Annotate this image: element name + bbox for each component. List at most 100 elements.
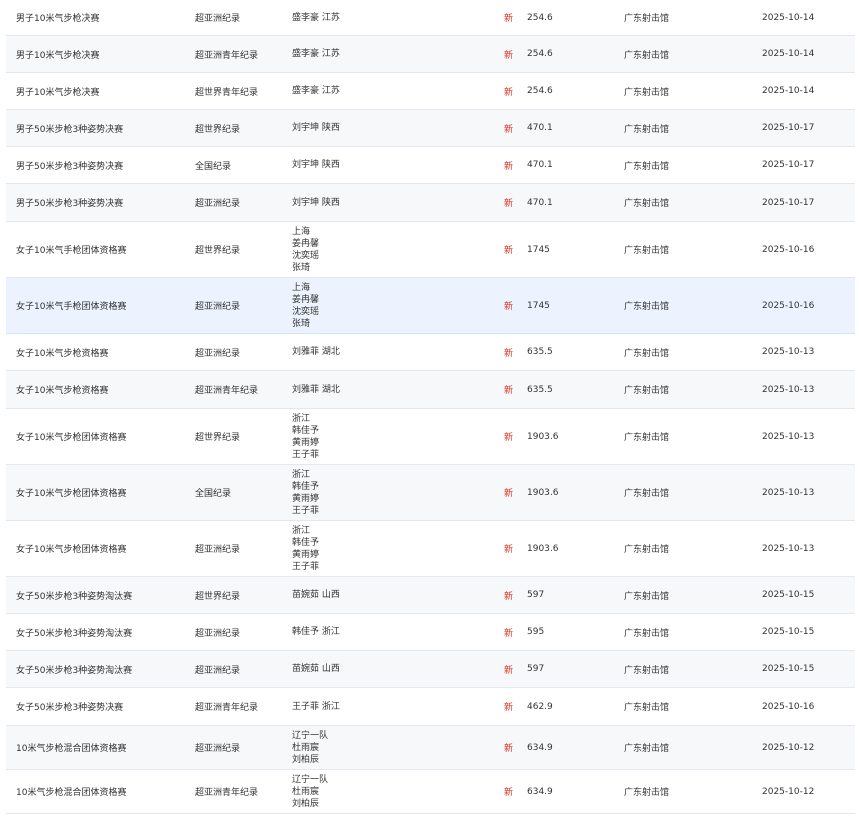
record-date: 2025-10-15 [762,627,815,637]
holder-lines: 辽宁一队 杜雨宸 刘柏辰 [292,730,328,766]
new-record-badge: 新 [504,302,514,312]
record-holder: 韩佳予 浙江 [292,614,340,650]
record-holder: 上海 姜冉馨 沈奕瑶 张琦 [292,222,319,277]
holder-line: 韩佳予 [292,425,320,436]
table-row: 男子10米气步枪决赛 超世界青年纪录 盛李豪 江苏 新 254.6 广东射击馆 2025-1… [6,73,855,110]
holder-lines: 辽宁一队 杜雨宸 刘柏辰 [292,774,328,810]
score-value: 1745 [527,300,550,311]
record-type: 超亚洲青年纪录 [195,703,259,713]
record-date: 2025-10-15 [762,590,815,600]
record-date: 2025-10-14 [762,12,815,23]
record-holder: 浙江 韩佳予 黄雨婷 王子菲 [292,409,319,464]
score-value: 595 [527,627,545,637]
table-row: 女子50米步枪3种姿势淘汰赛 超世界纪录 苗婉茹 山西 新 597 广东射击馆 2025-1… [6,577,855,614]
holder-lines: 上海 姜冉馨 沈奕瑶 张琦 [292,282,319,330]
record-holder: 辽宁一队 杜雨宸 刘柏辰 [292,726,328,769]
record-type: 全国纪录 [195,489,232,499]
new-record-badge: 新 [504,591,514,602]
venue-name: 广东射击馆 [624,744,670,754]
record-holder: 刘宇坤 陕西 [292,147,340,183]
holder-line: 王子菲 [292,505,320,516]
table-row: 10米气步枪混合团体资格赛 超亚洲青年纪录 辽宁一队 杜雨宸 刘柏辰 新 634.9 广东射击… [6,770,855,814]
new-record-badge: 新 [504,246,514,256]
record-type: 超亚洲纪录 [195,348,241,359]
venue-name: 广东射击馆 [624,161,670,172]
holder-lines: 刘雅菲 湖北 [292,384,340,396]
event-name: 女子50米步枪3种姿势淘汰赛 [16,591,133,602]
venue-name: 广东射击馆 [624,665,670,676]
score-value: 1745 [527,244,550,255]
venue-name: 广东射击馆 [624,246,670,256]
record-type: 超世界青年纪录 [195,87,259,98]
record-holder: 盛李豪 江苏 [292,36,340,72]
table-row: 女子10米气手枪团体资格赛 超亚洲纪录 上海 姜冉馨 沈奕瑶 张琦 新 1745 广东射击馆 20… [6,278,855,334]
venue-name: 广东射击馆 [624,386,670,396]
event-name: 女子10米气步枪资格赛 [16,386,109,396]
score-value: 634.9 [527,786,553,797]
new-record-badge: 新 [504,50,514,61]
record-type: 超世界纪录 [195,591,241,602]
holder-line: 韩佳予 [292,537,320,548]
table-row: 女子10米气步枪团体资格赛 超世界纪录 浙江 韩佳予 黄雨婷 王子菲 新 1903.6 广东射击… [6,409,855,465]
score-value: 635.5 [527,347,553,357]
record-date: 2025-10-16 [762,300,815,311]
holder-line: 姜冉馨 [292,294,320,305]
new-record-badge: 新 [504,87,514,98]
event-name: 男子10米气步枪决赛 [16,14,100,24]
record-type: 超世界纪录 [195,124,241,135]
event-name: 女子50米步枪3种姿势决赛 [16,703,124,713]
score-value: 254.6 [527,12,553,23]
record-date: 2025-10-13 [762,487,815,498]
holder-line: 刘宇坤 陕西 [292,197,340,208]
table-row: 男子50米步枪3种姿势决赛 超亚洲纪录 刘宇坤 陕西 新 470.1 广东射击馆 2025-… [6,184,855,222]
event-name: 女子10米气手枪团体资格赛 [16,246,127,256]
venue-name: 广东射击馆 [624,788,670,798]
holder-line: 杜雨宸 [292,786,320,797]
venue-name: 广东射击馆 [624,489,670,499]
record-holder: 浙江 韩佳予 黄雨婷 王子菲 [292,521,319,576]
venue-name: 广东射击馆 [624,124,670,135]
venue-name: 广东射击馆 [624,545,670,555]
table-row: 男子50米步枪3种姿势决赛 全国纪录 刘宇坤 陕西 新 470.1 广东射击馆 2025-1… [6,147,855,184]
score-value: 254.6 [527,86,553,96]
record-holder: 王子菲 浙江 [292,688,340,725]
record-date: 2025-10-13 [762,384,815,395]
score-value: 470.1 [527,197,553,208]
new-record-badge: 新 [504,744,514,754]
holder-line: 刘雅菲 湖北 [292,347,340,357]
record-date: 2025-10-17 [762,197,815,208]
holder-line: 杜雨宸 [292,742,320,753]
record-date: 2025-10-14 [762,49,815,59]
record-date: 2025-10-13 [762,543,815,554]
records-table: 男子10米气步枪决赛 超亚洲纪录 盛李豪 江苏新 254.6 广东射击馆 2025-10-… [0,0,859,814]
table-row: 女子10米气步枪团体资格赛 全国纪录 浙江 韩佳予 黄雨婷 王子菲 新 1903.6 广东射击馆… [6,465,855,521]
event-name: 10米气步枪混合团体资格赛 [16,744,127,754]
record-type: 全国纪录 [195,161,232,172]
score-value: 597 [527,590,545,600]
record-holder: 刘雅菲 湖北 [292,334,340,370]
holder-lines: 韩佳予 浙江 [292,626,340,638]
record-holder: 刘宇坤 陕西 [292,110,340,146]
holder-lines: 刘宇坤 陕西 [292,197,340,209]
record-holder: 盛李豪 江苏 [292,73,340,109]
venue-name: 广东射击馆 [624,628,670,639]
table-row: 女子50米步枪3种姿势决赛 超亚洲青年纪录 王子菲 浙江 新 462.9 广东射击馆 202… [6,688,855,726]
table-row: 女子10米气步枪资格赛 超亚洲纪录 刘雅菲 湖北 新 635.5 广东射击馆 2025-10… [6,334,855,371]
new-record-badge: 新 [504,386,514,396]
event-name: 男子50米步枪3种姿势决赛 [16,124,124,135]
score-value: 470.1 [527,123,553,133]
score-value: 1903.6 [527,487,559,498]
holder-line: 苗婉茹 山西 [292,664,340,674]
holder-lines: 苗婉茹 山西 [292,663,340,675]
holder-lines: 盛李豪 江苏 [292,12,340,24]
holder-line: 黄雨婷 [292,493,320,504]
new-record-badge: 新 [504,628,514,639]
holder-line: 沈奕瑶 [292,306,320,317]
holder-line: 辽宁一队 [292,774,329,785]
new-record-badge: 新 [504,199,514,209]
venue-name: 广东射击馆 [624,199,670,209]
event-name: 女子10米气步枪资格赛 [16,348,109,359]
record-date: 2025-10-13 [762,431,815,442]
venue-name: 广东射击馆 [624,50,670,61]
venue-name: 广东射击馆 [624,433,670,443]
